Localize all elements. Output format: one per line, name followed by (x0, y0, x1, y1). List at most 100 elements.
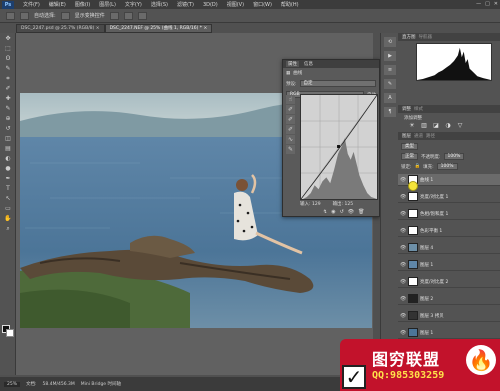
gradient-icon[interactable]: ▤ (2, 144, 14, 153)
fill-field[interactable]: 100% (436, 163, 458, 170)
brush-presets-icon[interactable]: ✎ (384, 79, 396, 89)
tab-adjustments[interactable]: 调整 (402, 106, 411, 112)
minimize-button[interactable]: — (476, 1, 481, 7)
exposure-icon[interactable]: ◑ (444, 122, 452, 129)
paragraph-icon[interactable]: ¶ (384, 107, 396, 117)
layer-row[interactable]: 👁 亮度/对比度 1 (398, 191, 500, 203)
blur-icon[interactable]: ◐ (2, 154, 14, 163)
transform-controls-checkbox[interactable] (60, 11, 70, 20)
quick-select-icon[interactable]: ✎ (2, 64, 14, 73)
layer-row[interactable]: 👁 图层 4 (398, 242, 500, 254)
doc-tab-psd[interactable]: DSC_2247.psd @ 25.7% (RGB/8) × (16, 24, 105, 33)
tab-info[interactable]: 信息 (302, 61, 315, 67)
pen-icon[interactable]: ✒ (2, 174, 14, 183)
reset-icon[interactable]: ↺ (340, 209, 344, 215)
layer-row[interactable]: 👁 图层 3 拷贝 (398, 310, 500, 322)
menu-type[interactable]: 文字(Y) (125, 1, 142, 8)
levels-icon[interactable]: ▥ (420, 122, 428, 129)
menu-edit[interactable]: 编辑(E) (49, 1, 66, 8)
eraser-icon[interactable]: ◫ (2, 134, 14, 143)
target-adjust-icon[interactable]: ☝ (286, 95, 295, 104)
path-select-icon[interactable]: ↖ (2, 194, 14, 203)
tab-channels[interactable]: 通道 (414, 133, 423, 139)
menu-window[interactable]: 窗口(W) (253, 1, 272, 8)
align-top-icon[interactable] (109, 11, 119, 20)
pencil-curve-icon[interactable]: ✎ (286, 145, 295, 154)
properties-icon[interactable]: ≡ (384, 65, 396, 75)
zoom-level[interactable]: 25% (4, 381, 21, 387)
tab-styles[interactable]: 样式 (414, 106, 423, 112)
clip-to-layer-icon[interactable]: ↯ (323, 209, 327, 215)
white-point-eyedropper-icon[interactable]: ✐ (286, 125, 295, 134)
tab-layers[interactable]: 图层 (402, 133, 411, 139)
tab-histogram[interactable]: 直方图 (402, 34, 416, 40)
character-icon[interactable]: A (384, 93, 396, 103)
menu-help[interactable]: 帮助(H) (281, 1, 299, 8)
eye-icon[interactable]: 👁 (400, 177, 406, 183)
zoom-icon[interactable]: ⌕ (2, 224, 14, 233)
edit-points-icon[interactable]: ∿ (286, 135, 295, 144)
vibrance-icon[interactable]: ▽ (456, 122, 464, 129)
eye-icon[interactable]: 👁 (400, 245, 406, 251)
opacity-field[interactable]: 100% (443, 153, 465, 160)
stamp-icon[interactable]: ⊕ (2, 114, 14, 123)
tab-properties[interactable]: 属性 (286, 61, 299, 67)
close-icon[interactable]: × (96, 26, 100, 31)
maximize-button[interactable]: □ (485, 1, 490, 7)
menu-view[interactable]: 视图(V) (227, 1, 244, 8)
eye-icon[interactable]: 👁 (400, 330, 406, 336)
curves-graph[interactable] (300, 94, 378, 200)
move-icon[interactable]: ✥ (2, 34, 14, 43)
align-bottom-icon[interactable] (137, 11, 147, 20)
history-brush-icon[interactable]: ↺ (2, 124, 14, 133)
tab-paths[interactable]: 路径 (426, 133, 435, 139)
eye-icon[interactable]: 👁 (400, 228, 406, 234)
lock-icon[interactable]: 🔒 (415, 164, 421, 169)
layer-row[interactable]: 👁 亮度/对比度 2 (398, 276, 500, 288)
background-color-swatch[interactable] (6, 329, 14, 337)
eye-icon[interactable]: 👁 (400, 279, 406, 285)
gray-point-eyedropper-icon[interactable]: ✐ (286, 115, 295, 124)
history-icon[interactable]: ⟲ (384, 37, 396, 47)
eyedropper-icon[interactable]: ✐ (2, 84, 14, 93)
hand-icon[interactable]: ✋ (2, 214, 14, 223)
eye-icon[interactable]: 👁 (400, 313, 406, 319)
shape-icon[interactable]: ▭ (2, 204, 14, 213)
menu-layer[interactable]: 图层(L) (99, 1, 116, 8)
visibility-icon[interactable]: 👁 (348, 209, 354, 215)
curves-icon[interactable]: ◪ (432, 122, 440, 129)
blend-mode-dropdown[interactable]: 正常 (401, 153, 418, 160)
actions-icon[interactable]: ▶ (384, 51, 396, 61)
preset-dropdown[interactable]: 自定 (299, 80, 376, 87)
brightness-contrast-icon[interactable]: ☀ (408, 122, 416, 129)
close-button[interactable]: ✕ (494, 1, 498, 7)
eye-icon[interactable]: 👁 (400, 262, 406, 268)
layer-row[interactable]: 👁 图层 2 (398, 293, 500, 305)
timeline-tabs[interactable]: Mini Bridge 时间轴 (81, 381, 121, 387)
menu-filter[interactable]: 滤镜(T) (177, 1, 194, 8)
tab-navigator[interactable]: 导航器 (419, 34, 433, 40)
move-tool-preset[interactable] (6, 11, 15, 20)
view-previous-icon[interactable]: ◉ (331, 209, 335, 215)
auto-select-checkbox[interactable] (20, 11, 29, 20)
menu-file[interactable]: 文件(F) (23, 1, 40, 8)
menu-3d[interactable]: 3D(D) (203, 2, 218, 8)
layer-row[interactable]: 👁 色相/饱和度 1 (398, 208, 500, 220)
layer-row[interactable]: 👁 图层 1 (398, 327, 500, 339)
lasso-icon[interactable]: ʘ (2, 54, 14, 63)
align-middle-icon[interactable] (123, 11, 133, 20)
eye-icon[interactable]: 👁 (400, 211, 406, 217)
healing-icon[interactable]: ✚ (2, 94, 14, 103)
delete-icon[interactable]: 🗑 (358, 209, 364, 215)
marquee-icon[interactable]: ⬚ (2, 44, 14, 53)
doc-tab-nef[interactable]: DSC_2247.NEF @ 25% (曲线 1, RGB/16) * × (104, 24, 213, 33)
eye-icon[interactable]: 👁 (400, 194, 406, 200)
layer-row[interactable]: 👁 色彩平衡 1 (398, 225, 500, 237)
menu-select[interactable]: 选择(S) (151, 1, 168, 8)
eye-icon[interactable]: 👁 (400, 296, 406, 302)
black-point-eyedropper-icon[interactable]: ✐ (286, 105, 295, 114)
layer-row[interactable]: 👁 图层 1 (398, 259, 500, 271)
menu-image[interactable]: 图像(I) (75, 1, 90, 8)
type-icon[interactable]: T (2, 184, 14, 193)
crop-icon[interactable]: ⌗ (2, 74, 14, 83)
